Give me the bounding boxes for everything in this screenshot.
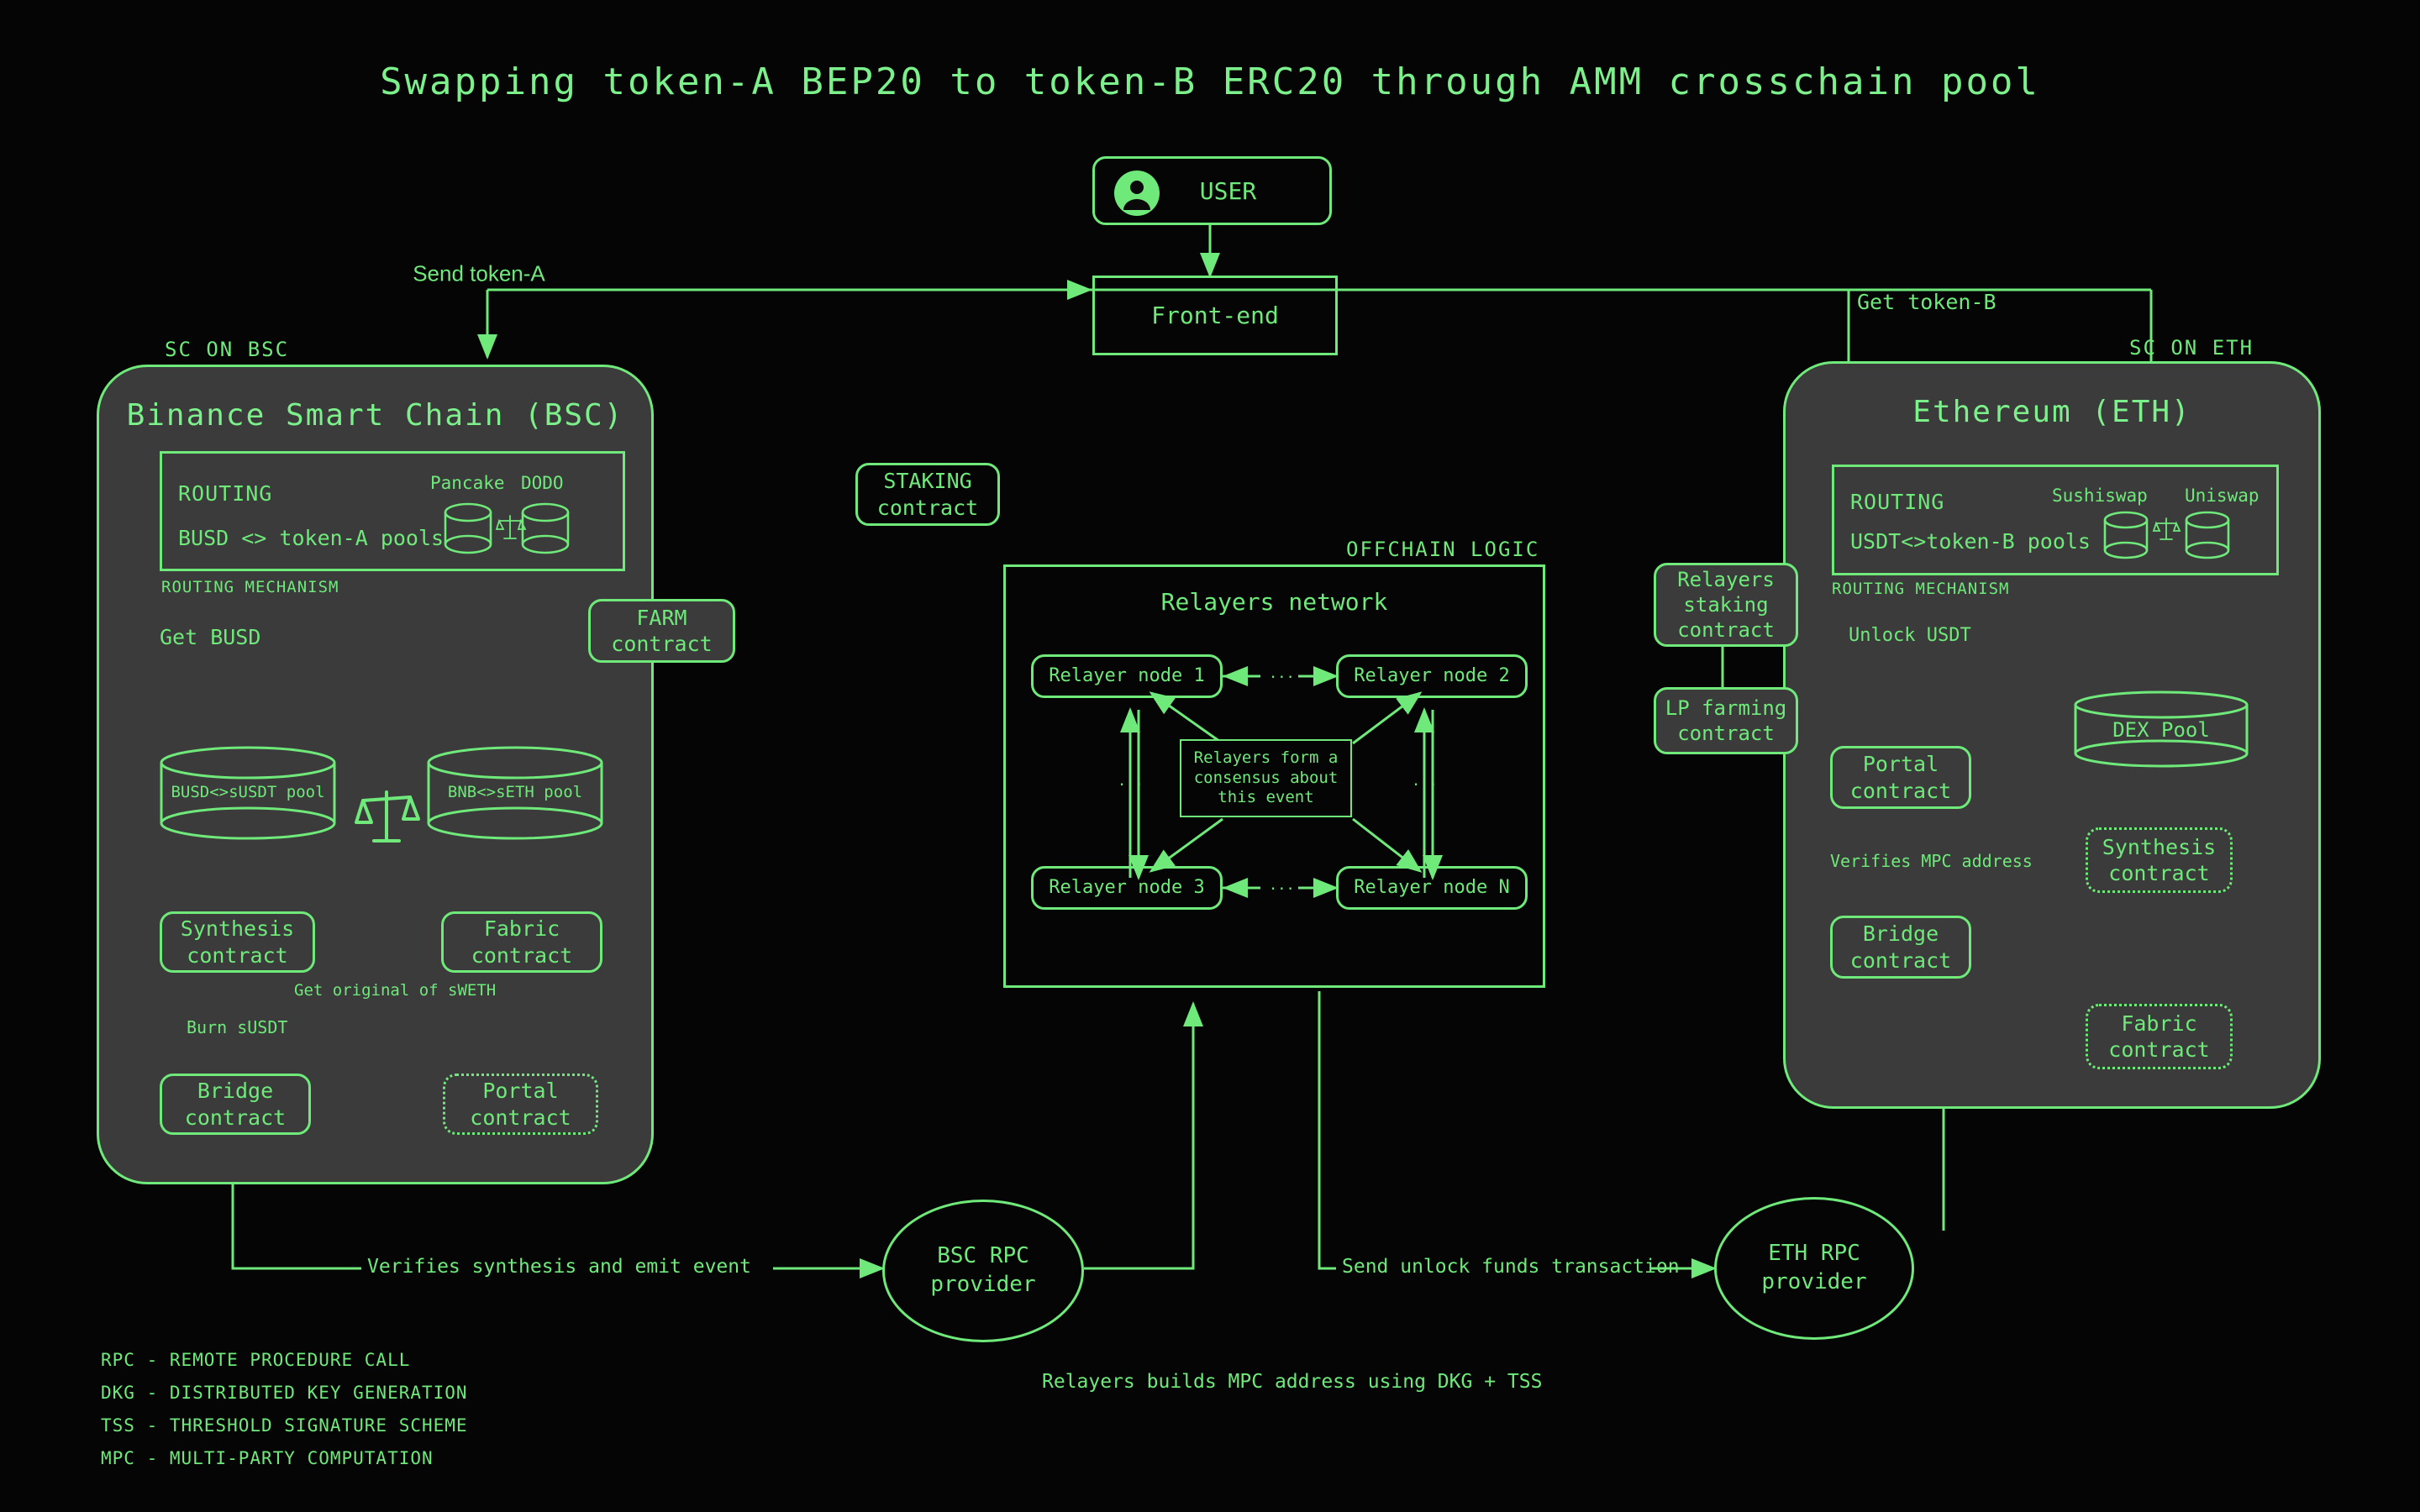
user-node: USER	[1092, 156, 1332, 225]
staking-contract: STAKING contract	[855, 463, 1000, 526]
bsc-routing-mechanism: ROUTING MECHANISM	[161, 578, 339, 596]
bsc-title: Binance Smart Chain (BSC)	[126, 398, 624, 433]
bsc-contract-fabric: Fabric contract	[441, 911, 602, 973]
eth-routing-scales-balance-icon	[2152, 515, 2181, 542]
eth-contract-fabric: Fabric contract	[2086, 1004, 2233, 1069]
eth-contract-bridge: Bridge contract	[1830, 916, 1971, 979]
bsc-dex-0-cylinder-pool-icon	[444, 502, 492, 554]
bsc-routing-scales-balance-icon	[495, 512, 527, 541]
bsc-dex-1-name: DODO	[521, 473, 564, 493]
eth-contract-synthesis: Synthesis contract	[2086, 827, 2233, 893]
diagram-canvas: Swapping token-A BEP20 to token-B ERC20 …	[0, 0, 2420, 1512]
legend-item-dkg: DKG - DISTRIBUTED KEY GENERATION	[101, 1382, 468, 1403]
eth-dex-0-name: Sushiswap	[2052, 486, 2148, 506]
user-avatar-icon	[1113, 170, 1160, 223]
bsc-pool-0-label: BUSD<>sUSDT pool	[171, 783, 325, 801]
relayer-node-1: Relayer node 1	[1031, 654, 1223, 698]
label-get-token-b: Get token-B	[1857, 290, 1996, 314]
bsc-contract-synthesis: Synthesis contract	[160, 911, 315, 973]
relayer-node-3: Relayer node 3	[1031, 866, 1223, 910]
eth-dex-1-cylinder-pool-icon	[2185, 510, 2230, 560]
consensus-note: Relayers form a consensus about this eve…	[1180, 739, 1352, 817]
relayer-node-2: Relayer node 2	[1336, 654, 1528, 698]
label-get-original-sweth: Get original of sWETH	[294, 981, 497, 1000]
bsc-panel-tag: SC ON BSC	[165, 338, 290, 361]
eth-routing-heading: ROUTING	[1850, 490, 1945, 514]
bsc-contract-portal: Portal contract	[443, 1074, 598, 1135]
eth-contract-portal: Portal contract	[1830, 746, 1971, 809]
eth-routing-pools-label: USDT<>token-B pools	[1850, 529, 2091, 554]
bsc-routing-heading: ROUTING	[178, 481, 273, 506]
eth-routing-mechanism: ROUTING MECHANISM	[1832, 580, 2010, 598]
relayers-network-title: Relayers network	[1160, 588, 1388, 616]
eth-dex-pool-label: DEX Pool	[2112, 718, 2210, 742]
label-verifies-synthesis: Verifies synthesis and emit event	[367, 1256, 751, 1278]
farm-contract: FARM contract	[588, 599, 735, 663]
eth-dex-1-name: Uniswap	[2185, 486, 2260, 506]
offchain-tag: OFFCHAIN LOGIC	[1346, 538, 1540, 561]
ellipsis-bottom: ...	[1269, 877, 1295, 894]
legend-item-tss: TSS - THRESHOLD SIGNATURE SCHEME	[101, 1415, 468, 1436]
eth-panel-tag: SC ON ETH	[2129, 336, 2254, 360]
bsc-rpc-provider: BSC RPC provider	[882, 1200, 1084, 1342]
page-title: Swapping token-A BEP20 to token-B ERC20 …	[380, 60, 2040, 103]
legend: RPC - REMOTE PROCEDURE CALL DKG - DISTRI…	[101, 1344, 468, 1474]
ellipsis-right: ...	[1412, 773, 1438, 790]
relayers-staking-contract: Relayers staking contract	[1654, 563, 1798, 647]
label-get-busd: Get BUSD	[160, 625, 261, 649]
label-unlock-usdt: Unlock USDT	[1849, 625, 1971, 646]
bsc-pool-1-label: BNB<>sETH pool	[447, 783, 583, 801]
label-verifies-mpc: Verifies MPC address	[1830, 851, 2033, 871]
bsc-dex-0-name: Pancake	[430, 473, 505, 493]
bsc-scales-balance-icon	[355, 785, 420, 849]
legend-item-mpc: MPC - MULTI-PARTY COMPUTATION	[101, 1447, 434, 1468]
ellipsis-top: ...	[1269, 665, 1295, 682]
bsc-dex-1-cylinder-pool-icon	[521, 502, 570, 554]
legend-item-rpc: RPC - REMOTE PROCEDURE CALL	[101, 1350, 411, 1370]
label-send-unlock-funds: Send unlock funds transaction	[1342, 1256, 1680, 1278]
label-burn-susdt: Burn sUSDT	[187, 1017, 288, 1037]
eth-rpc-provider: ETH RPC provider	[1714, 1197, 1914, 1340]
eth-dex-0-cylinder-pool-icon	[2103, 510, 2149, 560]
frontend-node: Front-end	[1092, 276, 1338, 355]
lp-farming-contract: LP farming contract	[1654, 687, 1798, 754]
bsc-contract-bridge: Bridge contract	[160, 1074, 311, 1135]
eth-title: Ethereum (ETH)	[1912, 395, 2191, 429]
label-relayers-mpc-note: Relayers builds MPC address using DKG + …	[1042, 1371, 1543, 1393]
bsc-routing-pools-label: BUSD <> token-A pools	[178, 526, 445, 550]
user-label: USER	[1199, 176, 1257, 205]
relayer-node-n: Relayer node N	[1336, 866, 1528, 910]
label-send-token-a: Send token-A	[413, 260, 545, 286]
ellipsis-left: ...	[1118, 773, 1144, 790]
